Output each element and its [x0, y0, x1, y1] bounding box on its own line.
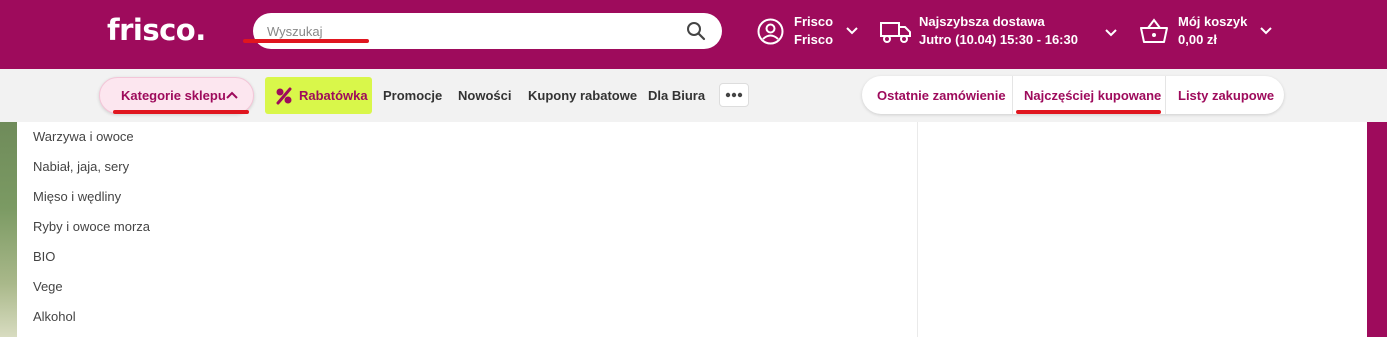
last-order-link[interactable]: Ostatnie zamówienie — [877, 88, 1006, 103]
category-item[interactable]: Nabiał, jaja, sery — [33, 159, 129, 174]
cart-summary[interactable]: Mój koszyk 0,00 zł — [1178, 13, 1247, 49]
delivery-slot: Jutro (10.04) 15:30 - 16:30 — [919, 32, 1078, 47]
chevron-down-icon[interactable] — [1105, 29, 1117, 37]
more-dots-icon[interactable] — [725, 92, 743, 98]
truck-icon[interactable] — [880, 20, 912, 44]
category-item[interactable]: Warzywa i owoce — [33, 129, 134, 144]
categories-label[interactable]: Kategorie sklepu — [121, 88, 226, 103]
cart-title: Mój koszyk — [1178, 14, 1248, 29]
account-line-1: Frisco — [794, 14, 834, 29]
delivery-info[interactable]: Najszybsza dostawa Jutro (10.04) 15:30 -… — [919, 13, 1078, 49]
category-item[interactable]: Mięso i wędliny — [33, 189, 121, 204]
basket-icon[interactable] — [1139, 18, 1169, 45]
nav-link-kupony[interactable]: Kupony rabatowe — [528, 88, 637, 103]
separator — [1165, 76, 1166, 114]
nav-link-dla-biura[interactable]: Dla Biura — [648, 88, 705, 103]
nav-link-promocje[interactable]: Promocje — [383, 88, 442, 103]
category-item[interactable]: Vege — [33, 279, 63, 294]
background-right — [1367, 122, 1387, 337]
separator — [1012, 76, 1013, 114]
chevron-down-icon[interactable] — [846, 27, 858, 35]
dropdown-divider — [917, 122, 918, 337]
account-name[interactable]: Frisco Frisco — [794, 13, 833, 49]
rabatowka-label[interactable]: Rabatówka — [299, 88, 368, 103]
most-bought-highlight-underline — [1016, 110, 1161, 114]
search-input[interactable] — [267, 21, 667, 41]
percent-icon — [276, 87, 292, 105]
background-image-left — [0, 122, 17, 337]
account-line-2: Frisco — [794, 32, 834, 47]
search-icon[interactable] — [686, 21, 706, 41]
category-item[interactable]: BIO — [33, 249, 55, 264]
category-item[interactable]: Alkohol — [33, 309, 76, 324]
frisco-logo[interactable]: frisco. — [107, 13, 206, 47]
nav-link-nowosci[interactable]: Nowości — [458, 88, 511, 103]
cart-amount: 0,00 zł — [1178, 32, 1218, 47]
categories-highlight-underline — [113, 110, 249, 114]
most-bought-link[interactable]: Najczęściej kupowane — [1024, 88, 1161, 103]
category-item[interactable]: Ryby i owoce morza — [33, 219, 150, 234]
search-highlight-underline — [243, 39, 369, 43]
user-icon[interactable] — [757, 18, 784, 45]
delivery-title: Najszybsza dostawa — [919, 14, 1045, 29]
chevron-down-icon[interactable] — [1260, 27, 1272, 35]
categories-dropdown — [17, 122, 1367, 337]
search-box[interactable] — [253, 13, 722, 49]
chevron-up-icon[interactable] — [226, 91, 238, 99]
shopping-lists-link[interactable]: Listy zakupowe — [1178, 88, 1274, 103]
